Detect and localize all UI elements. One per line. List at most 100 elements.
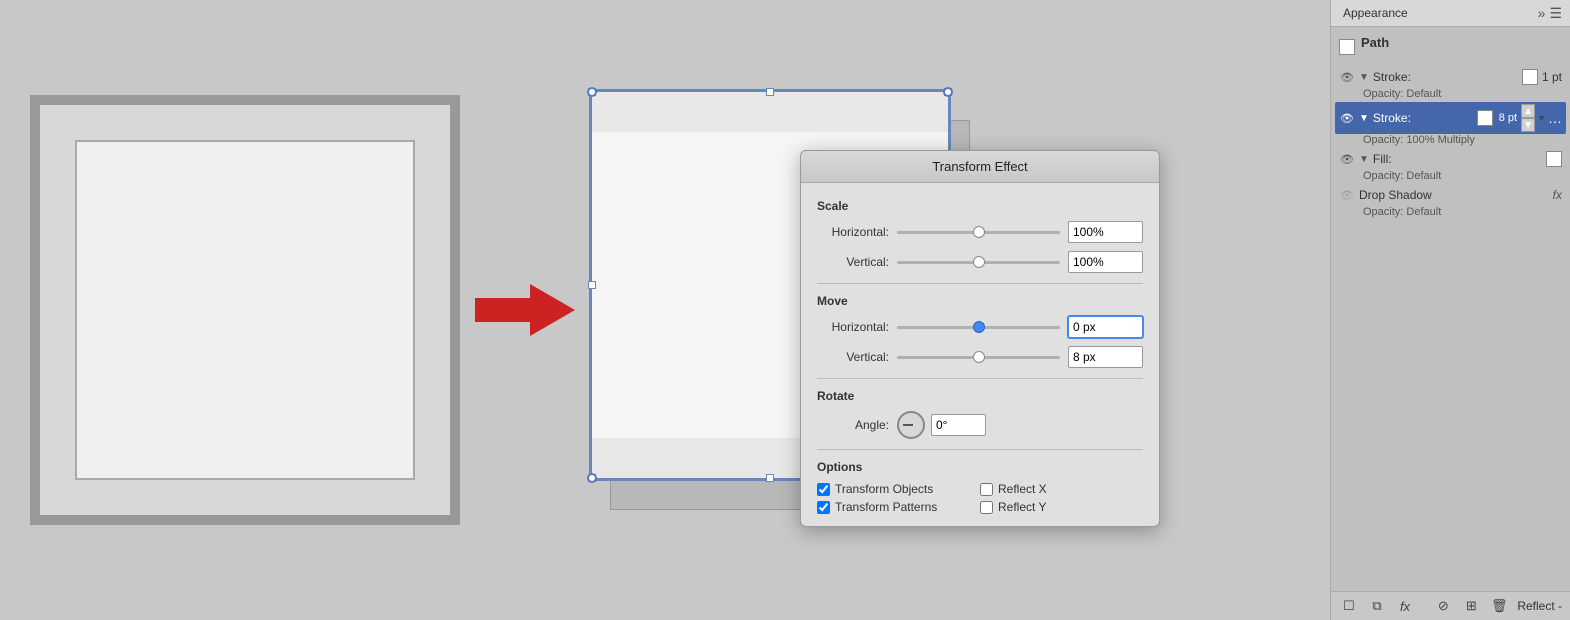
transform-patterns-label: Transform Patterns bbox=[835, 500, 937, 514]
scale-horizontal-label: Horizontal: bbox=[817, 225, 897, 239]
opacity-label-2: Opacity: Default bbox=[1363, 170, 1441, 182]
move-vertical-thumb[interactable] bbox=[973, 351, 985, 363]
scale-horizontal-slider[interactable] bbox=[897, 231, 1060, 234]
eye-icon-fill[interactable]: 👁 bbox=[1339, 151, 1355, 167]
duplicate-icon[interactable]: ⧉ bbox=[1367, 596, 1387, 616]
fill-swatch bbox=[1546, 151, 1562, 167]
dialog-body: Scale Horizontal: Vertical: bbox=[801, 183, 1159, 526]
scale-section-label: Scale bbox=[817, 199, 1143, 213]
reflect-x-checkbox[interactable] bbox=[980, 483, 993, 496]
scale-vertical-label: Vertical: bbox=[817, 255, 897, 269]
divider-3 bbox=[817, 449, 1143, 450]
scale-vertical-row: Vertical: bbox=[817, 251, 1143, 273]
stroke-8pt-row[interactable]: 👁 ▼ Stroke: 8 pt ▲ ▼ ▼ … bbox=[1335, 102, 1566, 134]
stroke-1pt-row: 👁 ▼ Stroke: 1 pt bbox=[1339, 66, 1562, 88]
stroke1-label: Stroke: bbox=[1373, 70, 1518, 84]
copy-icon[interactable]: ⊞ bbox=[1461, 596, 1481, 616]
scale-vertical-thumb[interactable] bbox=[973, 256, 985, 268]
stroke-options: 8 pt ▲ ▼ ▼ … bbox=[1497, 104, 1562, 132]
circle-handle-tr[interactable] bbox=[943, 87, 953, 97]
panel-footer: ☐ ⧉ fx ⊘ ⊞ 🗑 Reflect - bbox=[1331, 591, 1570, 620]
opacity-default-3: Opacity: Default bbox=[1339, 206, 1562, 218]
stroke2-label: Stroke: bbox=[1373, 111, 1473, 125]
panel-header: Appearance » ☰ bbox=[1331, 0, 1570, 27]
stroke1-swatch bbox=[1522, 69, 1538, 85]
opacity-default-2: Opacity: Default bbox=[1339, 170, 1562, 182]
stroke-down-btn[interactable]: ▼ bbox=[1521, 118, 1535, 132]
fill-row: 👁 ▼ Fill: bbox=[1339, 148, 1562, 170]
appearance-panel: Appearance » ☰ Path 👁 ▼ Stroke: 1 pt Opa… bbox=[1330, 0, 1570, 620]
scale-horizontal-row: Horizontal: bbox=[817, 221, 1143, 243]
move-horizontal-input[interactable] bbox=[1068, 316, 1143, 338]
delete-icon[interactable]: 🗑 bbox=[1489, 596, 1509, 616]
eye-icon-shadow[interactable]: 👁 bbox=[1339, 187, 1355, 203]
stroke-more-icon[interactable]: … bbox=[1548, 110, 1562, 126]
angle-dial[interactable] bbox=[897, 411, 925, 439]
transform-objects-label: Transform Objects bbox=[835, 482, 933, 496]
move-vertical-input[interactable] bbox=[1068, 346, 1143, 368]
stroke1-value: 1 pt bbox=[1542, 70, 1562, 84]
divider-1 bbox=[817, 283, 1143, 284]
shape-after-area: Transform Effect Scale Horizontal: Verti… bbox=[590, 90, 1050, 570]
move-horizontal-slider[interactable] bbox=[897, 326, 1060, 329]
fx-label: fx bbox=[1553, 188, 1562, 202]
move-vertical-row: Vertical: bbox=[817, 346, 1143, 368]
new-item-icon[interactable]: ☐ bbox=[1339, 596, 1359, 616]
arrow-container bbox=[460, 275, 590, 345]
expand-stroke1[interactable]: ▼ bbox=[1359, 72, 1369, 83]
eye-icon-stroke1[interactable]: 👁 bbox=[1339, 69, 1355, 85]
handle-ml[interactable] bbox=[588, 281, 596, 289]
opacity-default-1: Opacity: Default bbox=[1339, 88, 1562, 100]
reflect-y-checkbox[interactable] bbox=[980, 501, 993, 514]
divider-2 bbox=[817, 378, 1143, 379]
move-horizontal-thumb[interactable] bbox=[973, 321, 985, 333]
move-vertical-label: Vertical: bbox=[817, 350, 897, 364]
opacity-label-1: Opacity: Default bbox=[1363, 88, 1441, 100]
panel-menu-icon[interactable]: ☰ bbox=[1549, 5, 1562, 22]
expand-icon[interactable]: » bbox=[1538, 5, 1546, 22]
scale-horizontal-thumb[interactable] bbox=[973, 226, 985, 238]
move-section-label: Move bbox=[817, 294, 1143, 308]
stroke-up-btn[interactable]: ▲ bbox=[1521, 104, 1535, 118]
handle-tc[interactable] bbox=[766, 88, 774, 96]
rotate-row: Angle: bbox=[817, 411, 1143, 439]
opacity-label-3: Opacity: Default bbox=[1363, 206, 1441, 218]
scale-vertical-input[interactable] bbox=[1068, 251, 1143, 273]
reflect-x-row: Reflect X bbox=[980, 482, 1143, 496]
reflect-y-label: Reflect Y bbox=[998, 500, 1046, 514]
transform-objects-row: Transform Objects bbox=[817, 482, 980, 496]
move-horizontal-label: Horizontal: bbox=[817, 320, 897, 334]
angle-label: Angle: bbox=[817, 418, 897, 432]
stroke2-value: 8 pt bbox=[1499, 112, 1517, 124]
angle-input[interactable] bbox=[931, 414, 986, 436]
circle-handle-tl[interactable] bbox=[587, 87, 597, 97]
path-swatch bbox=[1339, 39, 1355, 55]
scale-vertical-slider[interactable] bbox=[897, 261, 1060, 264]
transform-objects-checkbox[interactable] bbox=[817, 483, 830, 496]
opacity-multiply-label: Opacity: 100% Multiply bbox=[1363, 134, 1475, 146]
eye-icon-stroke2[interactable]: 👁 bbox=[1339, 110, 1355, 126]
circle-handle-bl[interactable] bbox=[587, 473, 597, 483]
drop-shadow-label[interactable]: Drop Shadow bbox=[1359, 188, 1549, 202]
rotate-section-label: Rotate bbox=[817, 389, 1143, 403]
fill-label: Fill: bbox=[1373, 152, 1542, 166]
expand-stroke2[interactable]: ▼ bbox=[1359, 113, 1369, 124]
scale-horizontal-input[interactable] bbox=[1068, 221, 1143, 243]
expand-fill[interactable]: ▼ bbox=[1359, 154, 1369, 165]
panel-tab-icons: » ☰ bbox=[1538, 5, 1562, 22]
reflect-x-label: Reflect X bbox=[998, 482, 1047, 496]
move-horizontal-row: Horizontal: bbox=[817, 316, 1143, 338]
fx-button[interactable]: fx bbox=[1395, 596, 1415, 616]
options-section-label: Options bbox=[817, 460, 1143, 474]
canvas-area: Transform Effect Scale Horizontal: Verti… bbox=[0, 0, 1330, 620]
handle-bc[interactable] bbox=[766, 474, 774, 482]
transform-patterns-checkbox[interactable] bbox=[817, 501, 830, 514]
appearance-tab[interactable]: Appearance bbox=[1339, 4, 1412, 22]
shape-before bbox=[30, 95, 460, 525]
drop-shadow-row: 👁 Drop Shadow fx bbox=[1339, 184, 1562, 206]
reflect-label: Reflect - bbox=[1517, 599, 1562, 613]
stroke-dropdown-icon[interactable]: ▼ bbox=[1537, 113, 1546, 123]
move-vertical-slider[interactable] bbox=[897, 356, 1060, 359]
clear-icon[interactable]: ⊘ bbox=[1433, 596, 1453, 616]
opacity-multiply-row: Opacity: 100% Multiply bbox=[1339, 134, 1562, 146]
